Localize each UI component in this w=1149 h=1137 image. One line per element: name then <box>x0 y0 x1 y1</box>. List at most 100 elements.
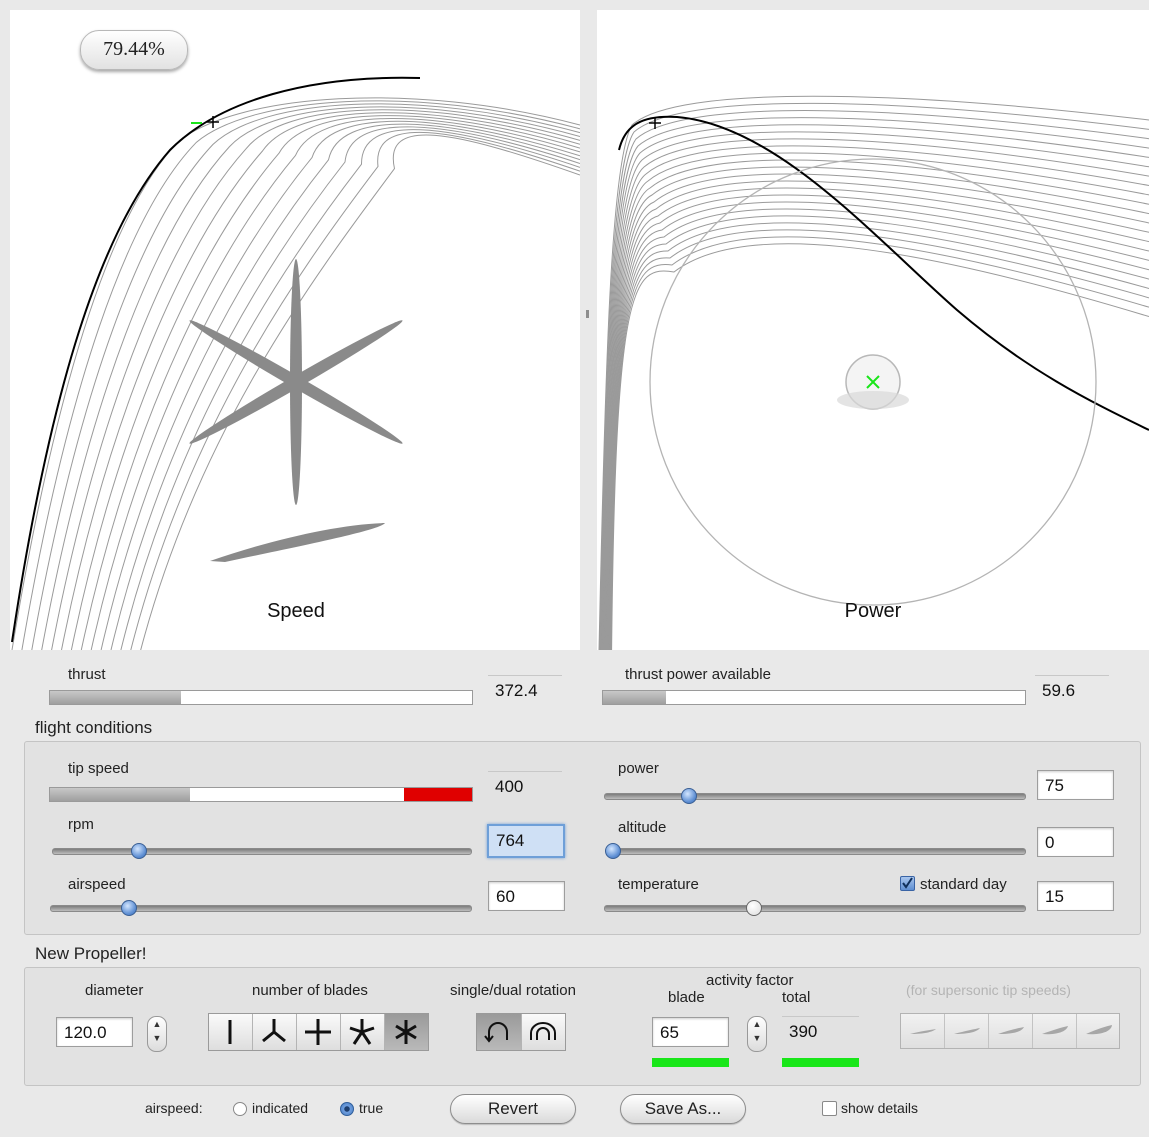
rotation-label: single/dual rotation <box>450 982 576 999</box>
thrust-power-meter-fill <box>603 691 667 704</box>
blade-activity-stepper[interactable]: ▲ ▼ <box>747 1016 767 1052</box>
standard-day-checkbox[interactable] <box>900 876 915 891</box>
speed-curve <box>110 126 580 650</box>
show-details-label: show details <box>841 1100 919 1116</box>
power-curve <box>609 222 1149 650</box>
rpm-slider-track[interactable] <box>52 848 472 855</box>
temperature-label: temperature <box>618 876 699 893</box>
speed-curve <box>120 129 580 650</box>
power-curve <box>608 208 1149 650</box>
altitude-label: altitude <box>618 819 667 836</box>
temperature-slider-knob[interactable] <box>746 900 762 916</box>
tip-speed-meter <box>49 787 473 802</box>
tip-profile-option[interactable] <box>989 1014 1033 1048</box>
propeller-front-view <box>189 259 403 505</box>
show-details-checkbox[interactable] <box>822 1101 837 1116</box>
tip-speed-red-zone <box>404 788 472 801</box>
power-slider-track[interactable] <box>604 793 1026 800</box>
three-blade-icon <box>262 1019 286 1043</box>
speed-curve <box>100 123 580 650</box>
diameter-stepper[interactable]: ▲ ▼ <box>147 1016 167 1052</box>
airspeed-field[interactable]: 60 <box>488 881 565 911</box>
thrust-power-value: 59.6 <box>1035 675 1109 705</box>
six-blade-icon <box>395 1020 417 1044</box>
speed-curve <box>80 117 580 650</box>
diameter-field[interactable]: 120.0 <box>56 1017 133 1047</box>
indicated-radio[interactable] <box>233 1102 247 1116</box>
tip-profile-option[interactable] <box>901 1014 945 1048</box>
thrust-meter <box>49 690 473 705</box>
blades-option-6[interactable] <box>385 1014 428 1050</box>
blades-option-5[interactable] <box>341 1014 385 1050</box>
tip-speed-meter-fill <box>50 788 190 801</box>
save-as-button[interactable]: Save As... <box>620 1094 746 1124</box>
operating-point-marker <box>207 116 219 128</box>
speed-curve <box>51 109 580 650</box>
temperature-field[interactable]: 15 <box>1037 881 1114 911</box>
airspeed-slider-knob[interactable] <box>121 900 137 916</box>
power-curve <box>607 201 1149 650</box>
blades-option-4[interactable] <box>297 1014 341 1050</box>
power-slider-knob[interactable] <box>681 788 697 804</box>
dual-rotation-option[interactable] <box>522 1014 566 1050</box>
blade-label: blade <box>668 989 705 1006</box>
tip-profile-icon <box>1086 1025 1112 1035</box>
rpm-field[interactable]: 764 <box>487 824 565 858</box>
speed-plot-title: Speed <box>267 600 325 622</box>
single-rotation-option[interactable] <box>477 1014 522 1050</box>
four-blade-icon <box>305 1019 331 1045</box>
speed-curve <box>70 115 580 650</box>
speed-curve <box>140 134 580 650</box>
split-handle[interactable] <box>586 310 589 318</box>
thrust-power-meter <box>602 690 1026 705</box>
altitude-slider-knob[interactable] <box>605 843 621 859</box>
power-curve <box>608 215 1149 650</box>
standard-day-label: standard day <box>920 876 1007 893</box>
rpm-slider-knob[interactable] <box>131 843 147 859</box>
true-label: true <box>359 1100 384 1116</box>
blades-option-1[interactable] <box>209 1014 253 1050</box>
rotation-selector[interactable] <box>476 1013 566 1051</box>
power-plot-title: Power <box>844 600 902 622</box>
power-field[interactable]: 75 <box>1037 770 1114 800</box>
diameter-label: diameter <box>85 982 144 999</box>
tip-profile-option[interactable] <box>1077 1014 1120 1048</box>
tip-profile-option[interactable] <box>945 1014 989 1048</box>
supersonic-label: (for supersonic tip speeds) <box>906 982 1071 998</box>
power-curve <box>610 236 1149 650</box>
tip-speed-value: 400 <box>488 771 562 801</box>
airspeed-slider-track[interactable] <box>50 905 472 912</box>
tip-profile-icon <box>1042 1026 1068 1035</box>
flight-conditions-title: flight conditions <box>35 718 153 737</box>
speed-curve <box>130 131 580 650</box>
power-curve <box>611 243 1149 650</box>
thrust-value: 372.4 <box>488 675 562 705</box>
efficiency-readout: 79.44% <box>80 30 188 70</box>
single-rotation-icon <box>484 1022 508 1043</box>
altitude-field[interactable]: 0 <box>1037 827 1114 857</box>
total-activity-value: 390 <box>782 1016 859 1046</box>
thrust-meter-fill <box>50 691 181 704</box>
power-label: power <box>618 760 659 777</box>
indicated-label: indicated <box>252 1100 309 1116</box>
tip-speed-label: tip speed <box>68 760 129 777</box>
blades-option-3[interactable] <box>253 1014 297 1050</box>
speed-plot[interactable]: Speed 79.44% <box>10 10 580 650</box>
temperature-slider-track[interactable] <box>604 905 1026 912</box>
tip-profile-icon <box>998 1027 1024 1034</box>
airspeed-label: airspeed <box>68 876 126 893</box>
one-blade-icon <box>228 1020 232 1044</box>
thrust-power-label: thrust power available <box>625 666 771 683</box>
tip-profile-selector[interactable] <box>900 1013 1120 1049</box>
speed-curves <box>11 76 580 650</box>
blades-selector[interactable] <box>208 1013 429 1051</box>
blade-activity-meter <box>652 1058 729 1067</box>
revert-button[interactable]: Revert <box>450 1094 576 1124</box>
tip-profile-icon <box>954 1028 980 1034</box>
true-radio[interactable] <box>340 1102 354 1116</box>
power-plot[interactable]: Power <box>597 10 1149 650</box>
blade-activity-field[interactable]: 65 <box>652 1017 729 1047</box>
tip-profile-option[interactable] <box>1033 1014 1077 1048</box>
altitude-slider-track[interactable] <box>606 848 1026 855</box>
blades-label: number of blades <box>252 982 368 999</box>
